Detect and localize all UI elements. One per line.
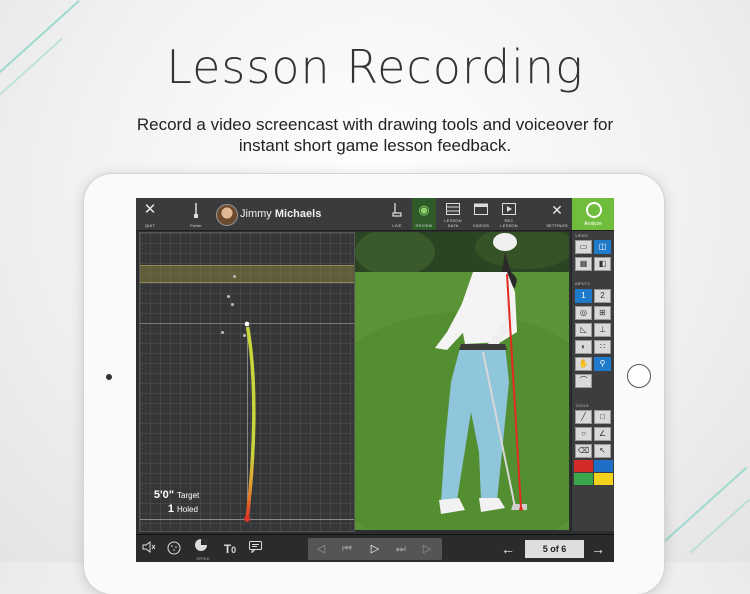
analyze-button[interactable]: Analyze [572,198,614,230]
grid-input-button[interactable]: ⊞ [594,306,611,320]
club-selector[interactable]: Putter [186,198,206,230]
decorative-line [689,498,750,554]
circle-tool-button[interactable]: ○ [575,427,592,441]
settings-button[interactable]: ✕ SETTINGS [544,198,570,230]
speed-button[interactable] [192,538,210,554]
ball-icon[interactable] [166,541,182,557]
step-back-icon[interactable]: ⏮ [334,538,360,560]
angle-tool-button[interactable]: ∠ [594,427,611,441]
record-lesson-icon [496,203,522,218]
club-face-input-button[interactable]: ◐ [575,340,592,354]
rec-lesson-button[interactable]: REC LESSON [496,198,522,230]
clapperboard-icon [470,203,492,218]
table-icon [440,203,466,218]
student-name[interactable]: Jimmy Michaels [240,208,321,220]
hand-input-button[interactable]: ✋ [575,357,592,371]
next-page-icon[interactable]: → [588,539,608,559]
holed-stat: 1 Holed [146,499,198,517]
curve-input-button[interactable]: ⌒ [575,374,592,388]
camera-dot [106,374,112,380]
red-color-swatch[interactable] [574,460,593,472]
camera-1-button[interactable]: 1 [575,289,592,303]
tools-heading: TOOLS [575,403,589,408]
putter-icon [186,203,206,222]
inputs-heading: INPUTS [575,281,590,286]
club-label: Putter [190,223,202,228]
analyze-label: Analyze [584,221,602,227]
tools-icon: ✕ [551,202,563,218]
decorative-line [664,466,748,542]
avatar[interactable] [216,204,238,226]
yellow-color-swatch[interactable] [594,473,613,485]
eye-icon: ◉ [418,202,430,217]
putter-input-button[interactable]: ⊥ [594,323,611,337]
putt-trace-view[interactable]: 5'0" Target 1 Holed [139,232,355,532]
app-screen: ✕ QUIT Putter Jimmy Michaels LIVE ◉ REVI… [136,198,614,562]
review-label: REVIEW [415,223,433,228]
videos-label: VIDEOS [472,223,490,228]
footprint-input-button[interactable]: ∷ [594,340,611,354]
slope-input-button[interactable]: ◺ [575,323,592,337]
views-heading: VIEWS [575,233,588,238]
pip-view-button[interactable]: ◧ [594,257,611,271]
rec-lesson-label: REC LESSON [500,218,518,228]
putter-head-icon [386,203,408,220]
playback-controls: ◁ ⏮ ▷ ⏭ ▷ [308,538,442,560]
quit-button[interactable]: ✕ QUIT [136,198,164,230]
mute-icon[interactable] [141,541,157,557]
comment-icon[interactable] [247,541,263,557]
live-label: LIVE [392,223,402,228]
pin-input-button[interactable]: ⚲ [594,357,611,371]
blue-color-swatch[interactable] [594,460,613,472]
close-icon: ✕ [143,201,157,218]
quit-label: QUIT [144,223,156,228]
lesson-data-button[interactable]: LESSON DATA [440,198,466,230]
text-tool-button[interactable]: T0 [220,541,240,557]
play-icon[interactable]: ▷ [362,538,388,560]
camera-2-button[interactable]: 2 [594,289,611,303]
quad-view-button[interactable]: ▦ [575,257,592,271]
previous-page-icon[interactable]: ← [498,539,518,559]
pointer-tool-button[interactable]: ↖ [594,444,611,458]
video-frame[interactable] [355,232,569,530]
eraser-tool-button[interactable]: ⌫ [575,444,592,458]
page-subtitle: Record a video screencast with drawing t… [136,115,614,155]
page-title: Lesson Recording [166,40,584,94]
live-button[interactable]: LIVE [386,198,408,230]
home-button [627,364,651,388]
fast-forward-icon[interactable]: ▷ [414,538,440,560]
holed-value: 1 [167,503,174,515]
tool-sidebar: VIEWS ▭ ◫ ▦ ◧ INPUTS 1 2 ◎ ⊞ ◺ ⊥ ◐ ∷ ✋ ⚲… [571,231,614,531]
speed-dial-icon [195,539,207,551]
text-count: 0 [231,545,237,555]
page-indicator: 5 of 6 [525,540,584,558]
settings-label: SETTINGS [546,223,568,228]
step-forward-icon[interactable]: ⏭ [388,538,414,560]
bottom-toolbar: SPEED T0 ◁ ⏮ ▷ ⏭ ▷ ← 5 of 6 → [136,534,614,562]
review-button[interactable]: ◉ REVIEW [412,198,436,230]
golfer-image [355,232,569,530]
rewind-icon[interactable]: ◁ [308,538,334,560]
single-view-button[interactable]: ▭ [575,240,592,254]
green-color-swatch[interactable] [574,473,593,485]
videos-button[interactable]: VIDEOS [470,198,492,230]
rectangle-tool-button[interactable]: □ [594,410,611,424]
line-tool-button[interactable]: ╱ [575,410,592,424]
student-first-name: Jimmy [240,208,272,220]
top-toolbar: ✕ QUIT Putter Jimmy Michaels LIVE ◉ REVI… [136,198,614,231]
analyze-icon [586,202,602,218]
student-last-name: Michaels [274,208,322,220]
holed-label: Holed [177,505,198,514]
split-view-button[interactable]: ◫ [594,240,611,254]
target-input-button[interactable]: ◎ [575,306,592,320]
lesson-data-label: LESSON DATA [444,218,462,228]
speed-label: SPEED [196,556,210,561]
